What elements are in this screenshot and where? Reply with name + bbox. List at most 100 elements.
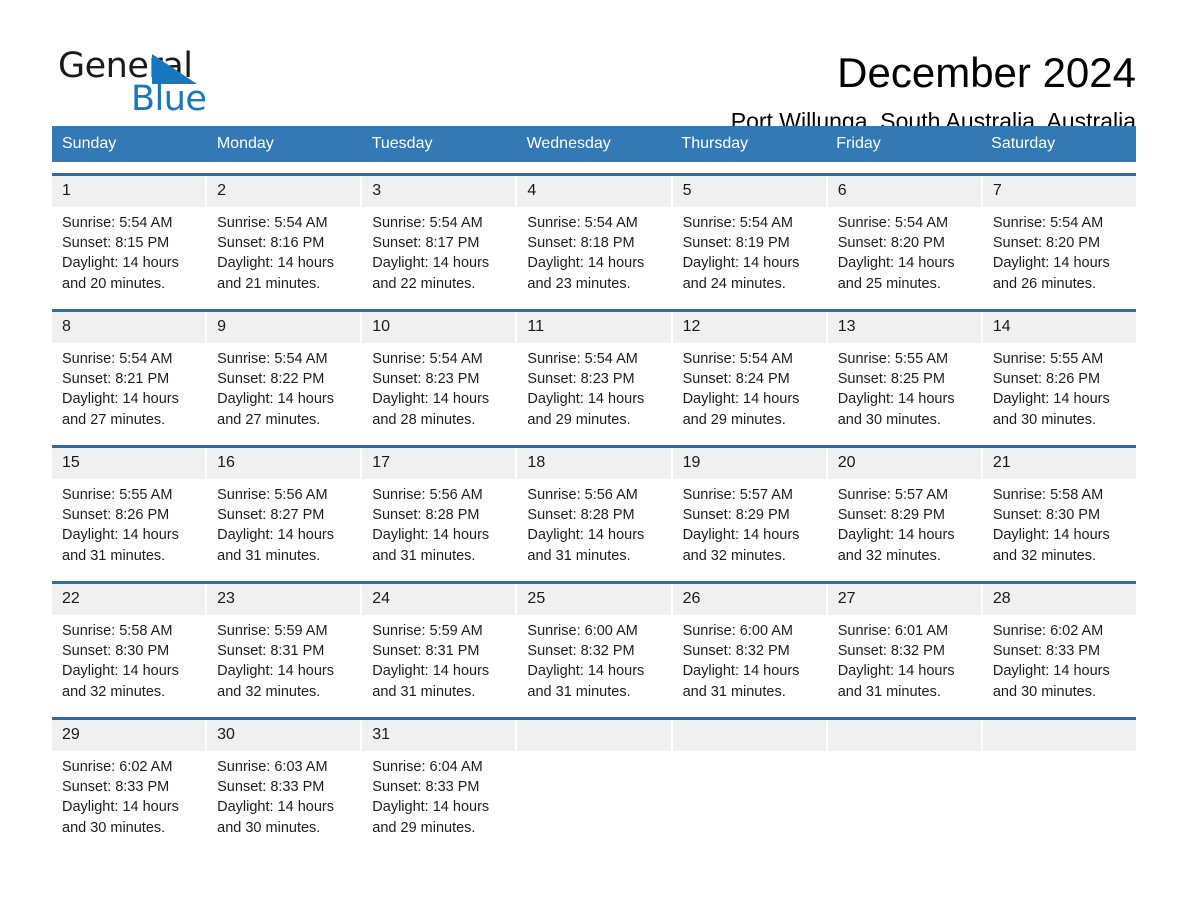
weekday-header-thursday: Thursday xyxy=(671,126,827,162)
page-title: December 2024 xyxy=(837,49,1136,96)
day-cell[interactable]: 9 Sunrise: 5:54 AM Sunset: 8:22 PM Daylight… xyxy=(207,312,361,434)
day-cell[interactable]: 17 Sunrise: 5:56 AM Sunset: 8:28 PM Dayligh… xyxy=(362,448,516,570)
sunrise-text: Sunrise: 5:56 AM xyxy=(527,487,638,503)
day-number: 16 xyxy=(207,448,361,479)
day-cell[interactable]: 5 Sunrise: 5:54 AM Sunset: 8:19 PM Daylight… xyxy=(672,176,826,298)
day-cell[interactable]: 22 Sunrise: 5:58 AM Sunset: 8:30 PM Dayligh… xyxy=(52,584,206,706)
day-cell[interactable]: 26 Sunrise: 6:00 AM Sunset: 8:32 PM Dayligh… xyxy=(672,584,826,706)
day-cell[interactable]: 12 Sunrise: 5:54 AM Sunset: 8:24 PM Dayligh… xyxy=(672,312,826,434)
daylight-text-line1: Daylight: 14 hours xyxy=(217,527,335,544)
sunset-text: Sunset: 8:26 PM xyxy=(62,507,170,524)
day-details: Sunrise: 5:54 AM Sunset: 8:24 PM Daylight:… xyxy=(673,343,826,430)
day-cell[interactable]: 14 Sunrise: 5:55 AM Sunset: 8:26 PM Dayligh… xyxy=(982,312,1136,434)
sunrise-text: Sunrise: 6:03 AM xyxy=(217,759,328,775)
daylight-text-line1: Daylight: 14 hours xyxy=(62,799,179,816)
sunrise-text: Sunrise: 5:57 AM xyxy=(837,487,949,503)
day-cell[interactable]: 2 Sunrise: 5:54 AM Sunset: 8:16 PM Daylight… xyxy=(207,176,361,298)
day-details: Sunrise: 6:01 AM Sunset: 8:32 PM Daylight:… xyxy=(828,615,981,702)
day-cell[interactable]: 21 Sunrise: 5:58 AM Sunset: 8:30 PM Dayligh… xyxy=(982,448,1136,570)
day-details xyxy=(828,751,981,757)
day-details: Sunrise: 5:58 AM Sunset: 8:30 PM Daylight:… xyxy=(52,615,205,702)
day-number: 19 xyxy=(672,448,826,479)
daylight-text-line2: and 29 minutes. xyxy=(682,411,786,428)
day-cell[interactable]: 20 Sunrise: 5:57 AM Sunset: 8:29 PM Dayligh… xyxy=(827,448,981,570)
daylight-text-line2: and 31 minutes. xyxy=(527,683,631,700)
day-cell[interactable]: 19 Sunrise: 5:57 AM Sunset: 8:29 PM Dayligh… xyxy=(672,448,826,570)
sunset-text: Sunset: 8:28 PM xyxy=(372,507,480,524)
daylight-text-line2: and 30 minutes. xyxy=(217,819,321,836)
day-cell[interactable]: 30 Sunrise: 6:03 AM Sunset: 8:33 PM Dayligh… xyxy=(207,720,361,842)
sunrise-text: Sunrise: 5:54 AM xyxy=(682,215,793,231)
daylight-text-line2: and 28 minutes. xyxy=(372,411,476,428)
sunrise-text: Sunrise: 5:57 AM xyxy=(682,487,793,503)
day-details: Sunrise: 5:54 AM Sunset: 8:23 PM Daylight:… xyxy=(517,343,670,430)
day-details: Sunrise: 5:54 AM Sunset: 8:20 PM Daylight:… xyxy=(828,207,981,294)
daylight-text-line1: Daylight: 14 hours xyxy=(372,255,490,272)
day-number xyxy=(982,720,1136,751)
day-number: 18 xyxy=(517,448,671,479)
day-number: 1 xyxy=(52,176,206,207)
day-cell[interactable]: 6 Sunrise: 5:54 AM Sunset: 8:20 PM Daylight… xyxy=(827,176,981,298)
sunset-text: Sunset: 8:26 PM xyxy=(992,371,1101,388)
day-details: Sunrise: 5:54 AM Sunset: 8:22 PM Daylight:… xyxy=(207,343,360,430)
day-cell[interactable]: 15 Sunrise: 5:55 AM Sunset: 8:26 PM Dayligh… xyxy=(52,448,206,570)
sunset-text: Sunset: 8:15 PM xyxy=(62,235,170,252)
sunrise-text: Sunrise: 5:59 AM xyxy=(217,623,328,639)
title-block: December 2024 Port Willunga, South Austr… xyxy=(731,46,1136,136)
calendar-page: General Blue December 2024 Port Willunga… xyxy=(0,0,1188,918)
day-cell[interactable]: 11 Sunrise: 5:54 AM Sunset: 8:23 PM Dayligh… xyxy=(517,312,671,434)
daylight-text-line2: and 20 minutes. xyxy=(62,275,166,292)
sunset-text: Sunset: 8:25 PM xyxy=(837,371,945,388)
sunrise-text: Sunrise: 5:54 AM xyxy=(992,215,1104,231)
day-cell-empty xyxy=(982,720,1136,842)
sunset-text: Sunset: 8:32 PM xyxy=(682,643,790,660)
day-details: Sunrise: 5:54 AM Sunset: 8:19 PM Daylight:… xyxy=(673,207,826,294)
daylight-text-line1: Daylight: 14 hours xyxy=(992,663,1110,680)
day-details: Sunrise: 5:59 AM Sunset: 8:31 PM Daylight:… xyxy=(362,615,515,702)
day-cell[interactable]: 13 Sunrise: 5:55 AM Sunset: 8:25 PM Dayligh… xyxy=(827,312,981,434)
day-cell[interactable]: 10 Sunrise: 5:54 AM Sunset: 8:23 PM Dayligh… xyxy=(362,312,516,434)
day-cell[interactable]: 18 Sunrise: 5:56 AM Sunset: 8:28 PM Dayligh… xyxy=(517,448,671,570)
sunrise-text: Sunrise: 5:54 AM xyxy=(217,215,328,231)
sunrise-text: Sunrise: 5:55 AM xyxy=(837,351,949,367)
day-cell[interactable]: 27 Sunrise: 6:01 AM Sunset: 8:32 PM Dayligh… xyxy=(827,584,981,706)
day-details: Sunrise: 5:54 AM Sunset: 8:20 PM Daylight:… xyxy=(983,207,1136,294)
day-number: 10 xyxy=(362,312,516,343)
day-cell[interactable]: 24 Sunrise: 5:59 AM Sunset: 8:31 PM Dayligh… xyxy=(362,584,516,706)
sunrise-text: Sunrise: 5:54 AM xyxy=(527,215,638,231)
daylight-text-line2: and 32 minutes. xyxy=(682,547,786,564)
sunset-text: Sunset: 8:33 PM xyxy=(62,779,170,796)
day-cell[interactable]: 31 Sunrise: 6:04 AM Sunset: 8:33 PM Dayligh… xyxy=(362,720,516,842)
sunset-text: Sunset: 8:17 PM xyxy=(372,235,480,252)
sunrise-text: Sunrise: 6:04 AM xyxy=(372,759,483,775)
day-cell[interactable]: 1 Sunrise: 5:54 AM Sunset: 8:15 PM Daylight… xyxy=(52,176,206,298)
sunrise-text: Sunrise: 5:54 AM xyxy=(372,351,483,367)
day-cell[interactable]: 7 Sunrise: 5:54 AM Sunset: 8:20 PM Daylight… xyxy=(982,176,1136,298)
sunset-text: Sunset: 8:33 PM xyxy=(372,779,480,796)
day-cell[interactable]: 16 Sunrise: 5:56 AM Sunset: 8:27 PM Dayligh… xyxy=(207,448,361,570)
daylight-text-line1: Daylight: 14 hours xyxy=(217,255,335,272)
day-number xyxy=(517,720,671,751)
day-cell[interactable]: 3 Sunrise: 5:54 AM Sunset: 8:17 PM Daylight… xyxy=(362,176,516,298)
daylight-text-line1: Daylight: 14 hours xyxy=(837,527,955,544)
day-cell[interactable]: 29 Sunrise: 6:02 AM Sunset: 8:33 PM Dayligh… xyxy=(52,720,206,842)
day-cell[interactable]: 4 Sunrise: 5:54 AM Sunset: 8:18 PM Daylight… xyxy=(517,176,671,298)
daylight-text-line2: and 31 minutes. xyxy=(217,547,321,564)
day-number: 24 xyxy=(362,584,516,615)
day-details: Sunrise: 6:00 AM Sunset: 8:32 PM Daylight:… xyxy=(673,615,826,702)
daylight-text-line1: Daylight: 14 hours xyxy=(682,255,800,272)
daylight-text-line1: Daylight: 14 hours xyxy=(62,527,179,544)
day-cell[interactable]: 25 Sunrise: 6:00 AM Sunset: 8:32 PM Dayligh… xyxy=(517,584,671,706)
day-cell[interactable]: 28 Sunrise: 6:02 AM Sunset: 8:33 PM Dayligh… xyxy=(982,584,1136,706)
day-cell[interactable]: 8 Sunrise: 5:54 AM Sunset: 8:21 PM Daylight… xyxy=(52,312,206,434)
sunrise-text: Sunrise: 6:02 AM xyxy=(992,623,1104,639)
sunset-text: Sunset: 8:27 PM xyxy=(217,507,325,524)
day-cell[interactable]: 23 Sunrise: 5:59 AM Sunset: 8:31 PM Dayligh… xyxy=(207,584,361,706)
sunset-text: Sunset: 8:32 PM xyxy=(837,643,945,660)
daylight-text-line1: Daylight: 14 hours xyxy=(837,391,955,408)
daylight-text-line1: Daylight: 14 hours xyxy=(837,663,955,680)
daylight-text-line2: and 31 minutes. xyxy=(62,547,166,564)
sunrise-text: Sunrise: 5:55 AM xyxy=(62,487,173,503)
day-details: Sunrise: 6:04 AM Sunset: 8:33 PM Daylight:… xyxy=(362,751,515,838)
daylight-text-line2: and 27 minutes. xyxy=(62,411,166,428)
